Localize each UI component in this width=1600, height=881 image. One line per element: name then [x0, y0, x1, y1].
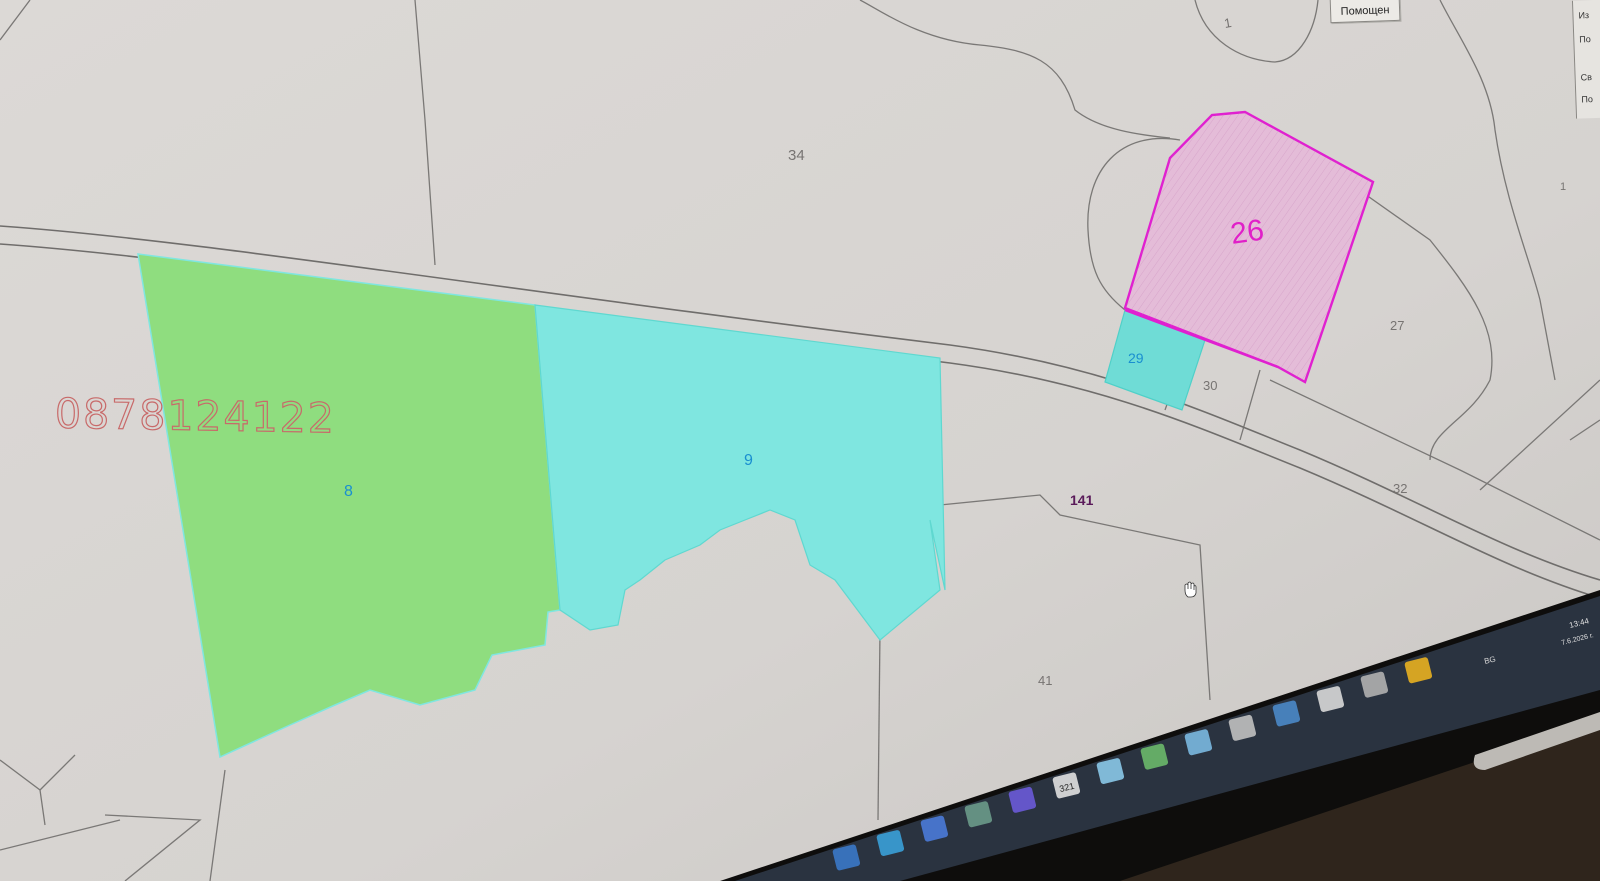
side-panel-item-4[interactable]: По [1581, 94, 1593, 104]
label-parcel-141: 141 [1070, 492, 1094, 508]
label-parcel-41: 41 [1038, 673, 1052, 688]
map-viewer-screen: 1 1 34 8 9 26 29 30 27 32 141 41 321 BG … [0, 0, 1600, 881]
label-parcel-30: 30 [1203, 378, 1217, 393]
phone-watermark: 0878124122 [54, 389, 336, 443]
label-parcel-32: 32 [1393, 481, 1407, 496]
help-button[interactable]: Помощен [1329, 0, 1401, 24]
label-parcel-26: 26 [1228, 214, 1266, 251]
label-parcel-8: 8 [344, 483, 353, 500]
label-parcel-9: 9 [744, 452, 753, 469]
hand-cursor-icon [1184, 581, 1197, 598]
label-parcel-29: 29 [1128, 350, 1144, 366]
side-command-panel: Из По Св По [1571, 0, 1600, 119]
label-parcel-1-right: 1 [1560, 181, 1566, 193]
side-panel-item-2[interactable]: По [1579, 34, 1591, 44]
side-panel-item-3[interactable]: Св [1580, 72, 1592, 82]
side-panel-item-1[interactable]: Из [1578, 10, 1589, 20]
label-parcel-34: 34 [788, 147, 805, 164]
label-parcel-27: 27 [1390, 318, 1404, 333]
